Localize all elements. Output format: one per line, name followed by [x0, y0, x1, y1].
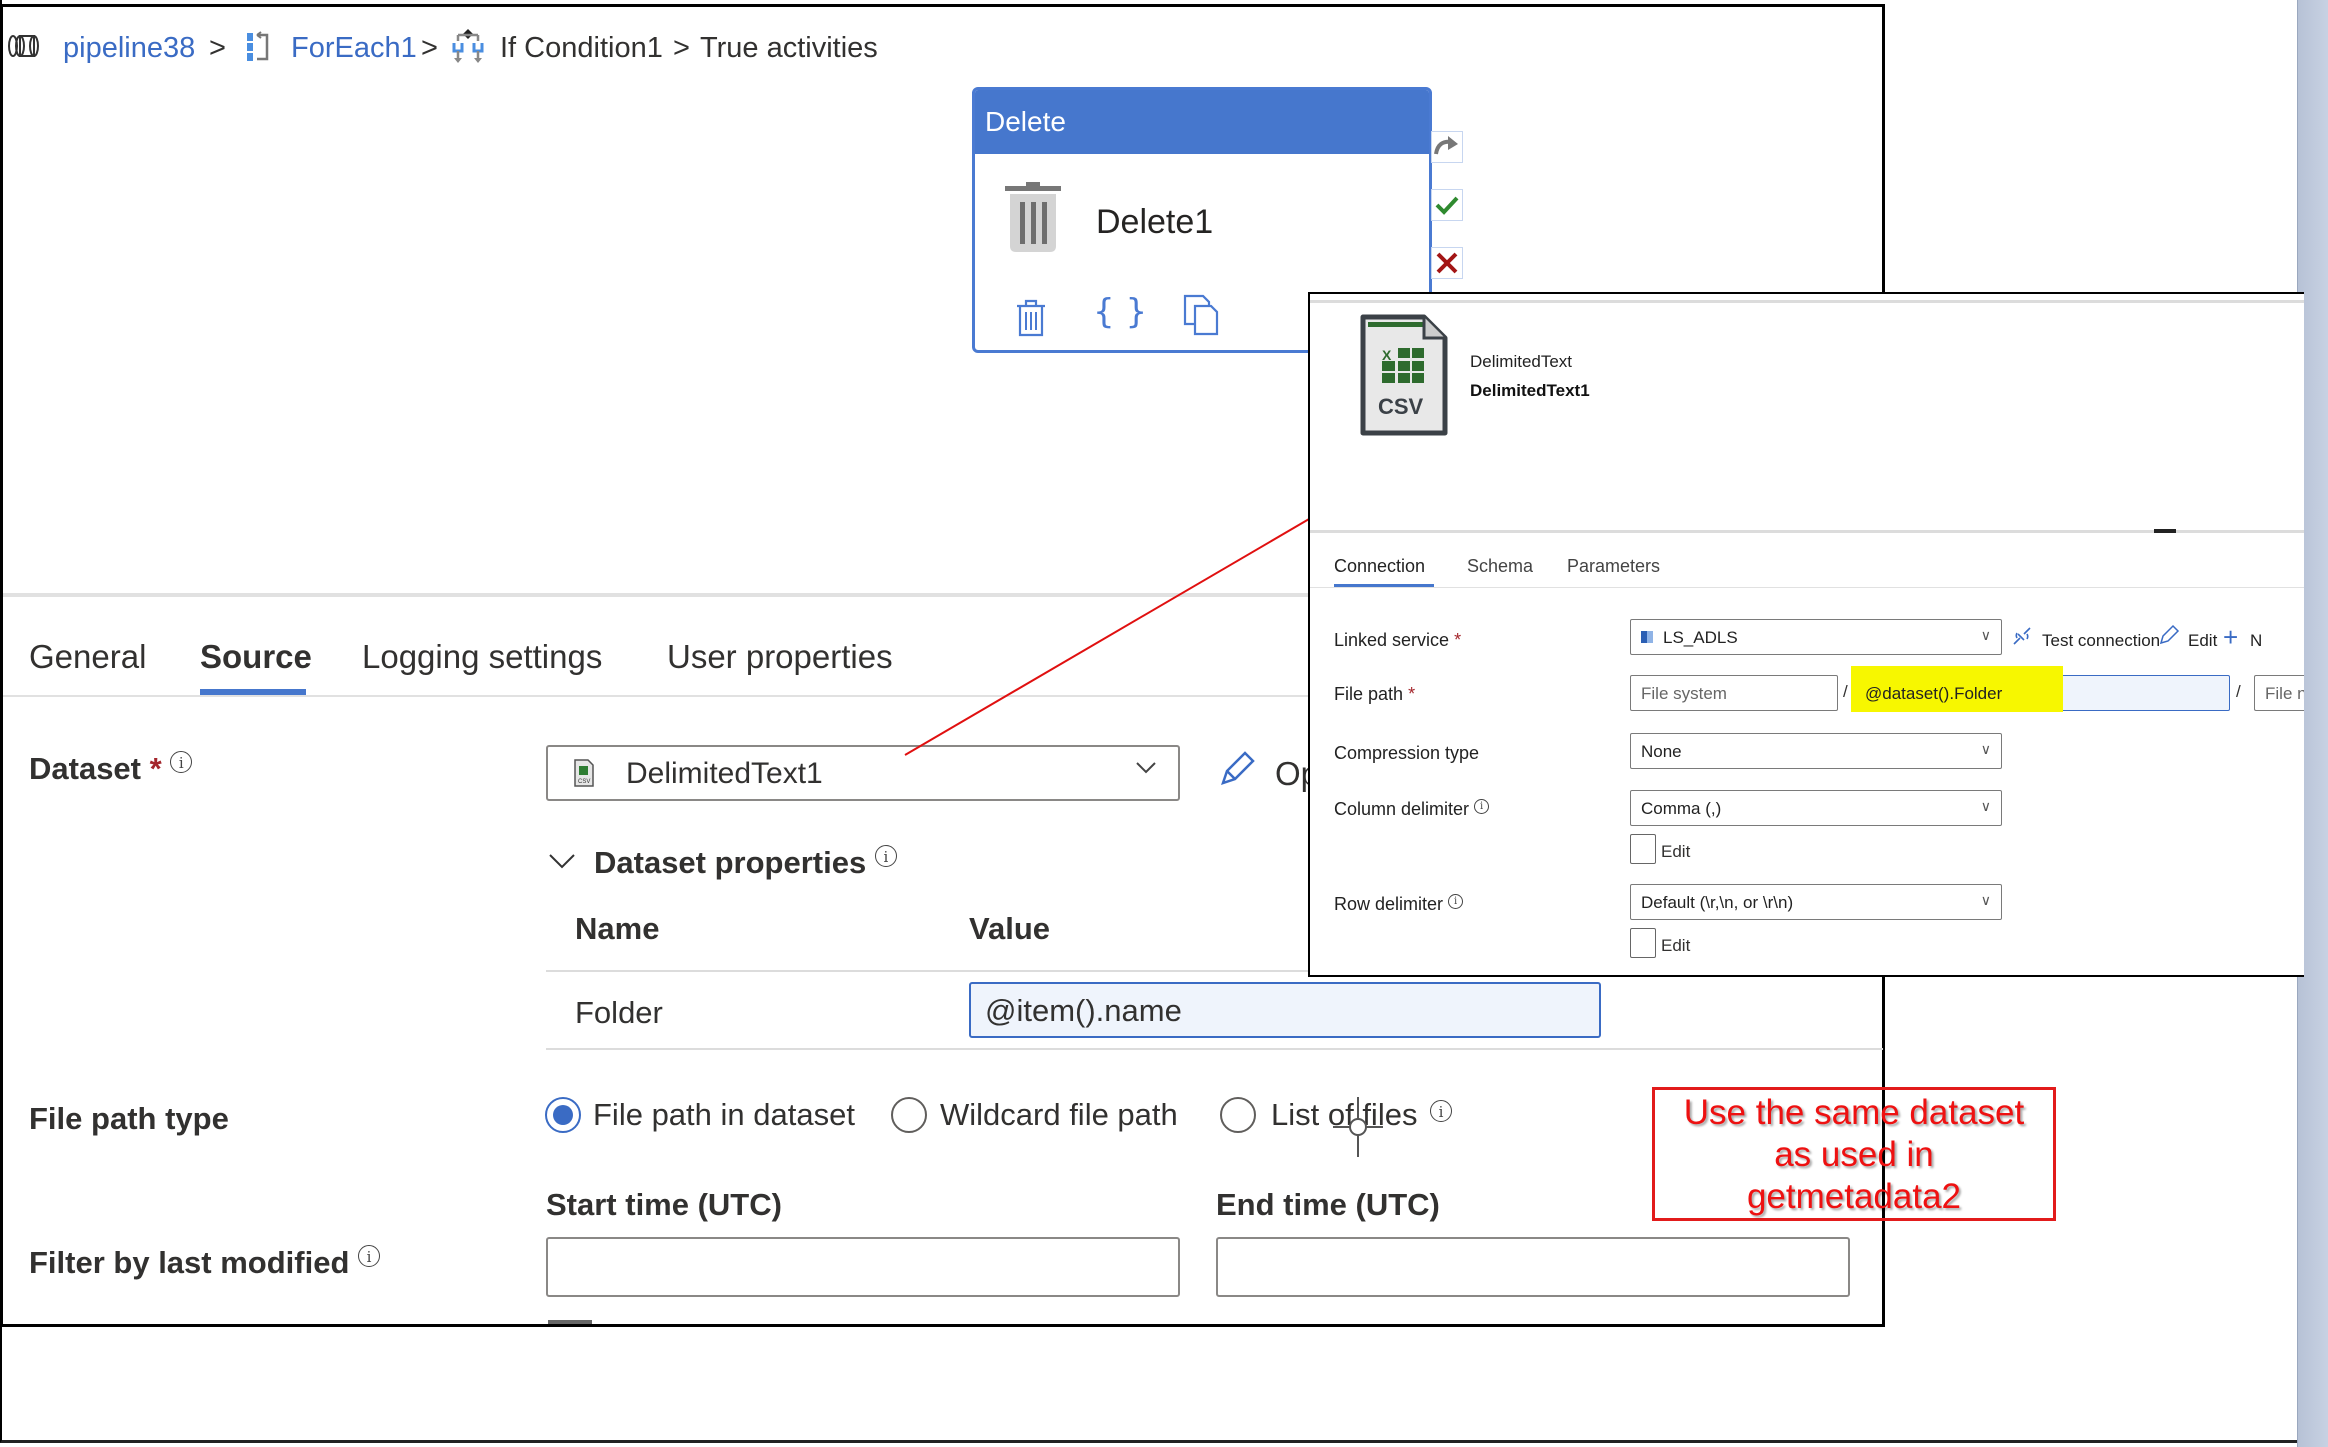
test-connection-icon[interactable]	[2010, 624, 2034, 653]
info-icon[interactable]: i	[1474, 799, 1490, 814]
dataset-type-label: DelimitedText	[1470, 352, 1573, 371]
column-delimiter-edit-label: Edit	[1661, 842, 1691, 861]
compression-type-value: None	[1641, 742, 1682, 761]
linked-service-dropdown[interactable]: LS_ADLS ∨	[1630, 619, 2002, 655]
panel-top-divider	[1310, 300, 2304, 303]
row-delimiter-label: Row delimiter i	[1334, 894, 1464, 915]
row-delimiter-value: Default (\r,\n, or \r\n)	[1641, 893, 1794, 912]
annotation-line: as used in	[1774, 1135, 1934, 1174]
annotation-callout: Use the same dataset as used in getmetad…	[1652, 1087, 2056, 1221]
required-asterisk: *	[1454, 630, 1462, 650]
plus-icon[interactable]: +	[2223, 622, 2238, 653]
dataset-name: DelimitedText1	[1470, 381, 1590, 400]
annotation-line: getmetadata2	[1746, 1177, 1962, 1216]
chevron-down-icon: ∨	[1980, 797, 1991, 814]
ds-tab-schema[interactable]: Schema	[1467, 556, 1533, 577]
new-linked-service-button[interactable]: N	[2250, 631, 2262, 651]
file-name-input[interactable]: File na	[2254, 675, 2304, 711]
ds-tab-connection[interactable]: Connection	[1334, 556, 1425, 577]
file-path-label: File path *	[1334, 684, 1415, 705]
row-delimiter-text: Row delimiter	[1334, 894, 1444, 914]
chevron-down-icon: ∨	[1980, 626, 1991, 643]
chevron-down-icon: ∨	[1980, 740, 1991, 757]
compression-type-label: Compression type	[1334, 743, 1480, 763]
info-icon[interactable]: i	[1448, 894, 1464, 909]
linked-service-value: LS_ADLS	[1663, 628, 1738, 647]
row-delimiter-edit-label: Edit	[1661, 936, 1691, 955]
csv-file-icon: X CSV	[1360, 314, 1448, 441]
test-connection-button[interactable]: Test connection	[2042, 631, 2160, 651]
file-name-placeholder: File na	[2265, 684, 2304, 703]
path-separator: /	[1843, 682, 1848, 701]
edit-linked-service-button[interactable]: Edit	[2188, 631, 2217, 651]
directory-input[interactable]: @dataset().Folder	[1851, 666, 2230, 712]
row-delimiter-dropdown[interactable]: Default (\r,\n, or \r\n) ∨	[1630, 884, 2002, 920]
file-path-text: File path	[1334, 684, 1404, 704]
dataset-panel: X CSV DelimitedText DelimitedText1 Connec…	[1308, 292, 2304, 977]
file-system-input[interactable]: File system	[1630, 675, 1838, 711]
annotation-line: Use the same dataset	[1683, 1093, 2025, 1132]
directory-value: @dataset().Folder	[1865, 684, 2003, 703]
linked-service-label: Linked service *	[1334, 630, 1461, 651]
edit-pencil-icon[interactable]	[2158, 624, 2180, 651]
svg-text:X: X	[1382, 347, 1392, 363]
csv-icon-label: CSV	[1378, 394, 1424, 419]
column-delimiter-edit-checkbox[interactable]	[1630, 834, 1656, 864]
adls-icon	[1641, 631, 1653, 643]
required-asterisk: *	[1408, 684, 1416, 704]
chevron-down-icon: ∨	[1980, 891, 1991, 908]
column-delimiter-dropdown[interactable]: Comma (,) ∨	[1630, 790, 2002, 826]
column-delimiter-text: Column delimiter	[1334, 799, 1470, 819]
file-system-placeholder: File system	[1641, 684, 1727, 703]
row-delimiter-edit-checkbox[interactable]	[1630, 928, 1656, 958]
ds-tab-parameters[interactable]: Parameters	[1567, 556, 1660, 577]
linked-service-text: Linked service	[1334, 630, 1450, 650]
ds-tabs-divider	[1310, 587, 2304, 588]
path-separator: /	[2236, 682, 2241, 701]
panel-resize-handle[interactable]	[2154, 529, 2176, 533]
compression-type-dropdown[interactable]: None ∨	[1630, 733, 2002, 769]
column-delimiter-label: Column delimiter i	[1334, 799, 1490, 820]
column-delimiter-value: Comma (,)	[1641, 799, 1722, 818]
